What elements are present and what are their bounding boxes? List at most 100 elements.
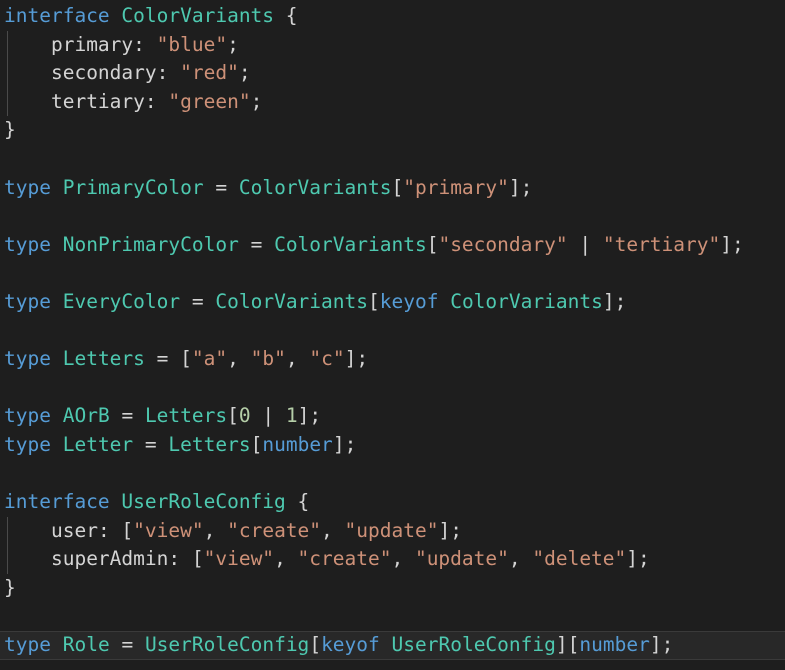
code-line[interactable]: secondary: "red"; (0, 59, 785, 88)
code-line[interactable]: interface UserRoleConfig { (0, 488, 785, 517)
code-line[interactable] (0, 202, 785, 231)
code-token-pun (568, 233, 580, 256)
code-token-op: | (262, 404, 275, 428)
code-token-pun (274, 4, 286, 27)
code-token-num: 1 (285, 404, 298, 428)
code-token-op: = (121, 633, 134, 657)
code-token-str: "create" (297, 547, 392, 571)
code-line[interactable]: type EveryColor = ColorVariants[keyof Co… (0, 288, 785, 317)
code-token-prop: tertiary (50, 89, 145, 113)
code-token-typ: Role (62, 633, 110, 657)
code-token-pun: ] (555, 633, 568, 657)
code-line[interactable] (0, 145, 785, 174)
code-token-pun: , (508, 547, 533, 571)
code-token-str: "update" (344, 518, 439, 542)
code-token-pun: ] (720, 232, 732, 256)
code-content[interactable]: interface ColorVariants { primary: "blue… (0, 0, 785, 660)
code-line[interactable]: type NonPrimaryColor = ColorVariants["se… (0, 231, 785, 260)
code-line[interactable]: type PrimaryColor = ColorVariants["prima… (0, 174, 785, 203)
code-line[interactable]: type AOrB = Letters[0 | 1]; (0, 402, 785, 431)
code-token-pun: [ (227, 404, 239, 428)
code-token-op: = (215, 175, 228, 199)
code-token-pun: ; (661, 633, 674, 657)
code-line-text: type Role = UserRoleConfig[keyof UserRol… (0, 631, 673, 660)
code-token-str: "b" (250, 347, 286, 371)
code-token-kw: type (4, 633, 51, 657)
code-token-prop: user (50, 518, 98, 542)
code-token-pun: ; (238, 61, 251, 85)
code-token-pun (4, 90, 51, 113)
code-token-typ: UserRoleConfig (121, 490, 286, 514)
code-token-prop: superAdmin (50, 547, 169, 571)
code-token-pun: [ (391, 175, 404, 199)
code-line-text: superAdmin: ["view", "create", "update",… (0, 545, 650, 574)
code-token-kw: number (579, 633, 650, 657)
code-line[interactable]: user: ["view", "create", "update"]; (0, 516, 785, 546)
code-token-kw: type (4, 289, 51, 313)
code-line-text: type Letters = ["a", "b", "c"]; (0, 345, 368, 374)
code-token-num: 0 (238, 404, 251, 428)
code-token-pun: ; (520, 175, 533, 199)
code-token-pun: ] (649, 633, 662, 657)
code-token-pun (591, 233, 603, 256)
code-token-pun: ] (297, 404, 310, 428)
code-token-pun: [ (250, 432, 263, 456)
code-token-str: "update" (414, 547, 509, 571)
code-token-pun: : (168, 547, 192, 571)
code-token-pun (110, 633, 122, 656)
code-editor[interactable]: interface ColorVariants { primary: "blue… (0, 0, 785, 670)
code-line[interactable]: } (0, 574, 785, 603)
code-token-typ: AOrB (62, 404, 110, 428)
code-line[interactable] (0, 602, 785, 631)
code-token-op: = (191, 289, 204, 313)
code-token-pun: ; (614, 289, 627, 313)
code-token-op: | (579, 232, 592, 256)
code-token-pun: , (274, 547, 298, 571)
code-line[interactable]: interface ColorVariants { (0, 2, 785, 31)
code-token-op: = (121, 404, 134, 428)
code-token-pun (204, 176, 216, 199)
code-token-pun: ] (508, 175, 521, 199)
code-line[interactable]: tertiary: "green"; (0, 87, 785, 117)
code-token-pun: } (4, 575, 16, 599)
code-line[interactable] (0, 259, 785, 288)
code-line[interactable] (0, 374, 785, 403)
code-line[interactable] (0, 460, 785, 489)
code-line[interactable]: } (0, 116, 785, 145)
code-line[interactable] (0, 317, 785, 346)
code-line-text: primary: "blue"; (0, 31, 239, 60)
code-token-str: "tertiary" (602, 232, 721, 256)
code-token-typ: Letters (144, 404, 228, 428)
code-token-pun: ] (602, 289, 615, 313)
code-line[interactable]: type Letters = ["a", "b", "c"]; (0, 345, 785, 374)
code-token-kw: number (262, 432, 333, 456)
code-token-pun: [ (191, 547, 204, 571)
code-line[interactable]: superAdmin: ["view", "create", "update",… (0, 545, 785, 574)
code-line[interactable]: primary: "blue"; (0, 30, 785, 60)
code-line-text: interface UserRoleConfig { (0, 488, 309, 517)
code-token-op: = (144, 432, 157, 456)
code-line-text: interface ColorVariants { (0, 2, 298, 31)
code-token-str: "delete" (532, 547, 627, 571)
code-line-current[interactable]: type Role = UserRoleConfig[keyof UserRol… (0, 631, 785, 660)
code-token-kw: type (4, 175, 51, 199)
code-token-pun: ] (626, 547, 639, 571)
code-line[interactable]: type Letter = Letters[number]; (0, 431, 785, 460)
code-line-text: type EveryColor = ColorVariants[keyof Co… (0, 288, 626, 317)
code-token-pun: , (285, 347, 310, 371)
code-token-pun (157, 433, 169, 456)
code-token-pun (4, 519, 51, 542)
code-token-pun: ; (356, 347, 369, 371)
code-line-text: type NonPrimaryColor = ColorVariants["se… (0, 231, 744, 260)
code-line-text: tertiary: "green"; (0, 88, 262, 117)
code-token-pun (251, 404, 263, 427)
code-token-str: "a" (191, 347, 228, 371)
code-token-pun: { (285, 4, 298, 27)
code-token-pun (51, 290, 63, 313)
code-token-pun (133, 433, 145, 456)
code-token-typ: UserRoleConfig (144, 633, 310, 657)
code-token-pun: ] (438, 518, 451, 542)
code-token-pun: { (297, 490, 310, 514)
code-token-pun (180, 290, 192, 313)
code-token-kw: type (4, 404, 51, 428)
